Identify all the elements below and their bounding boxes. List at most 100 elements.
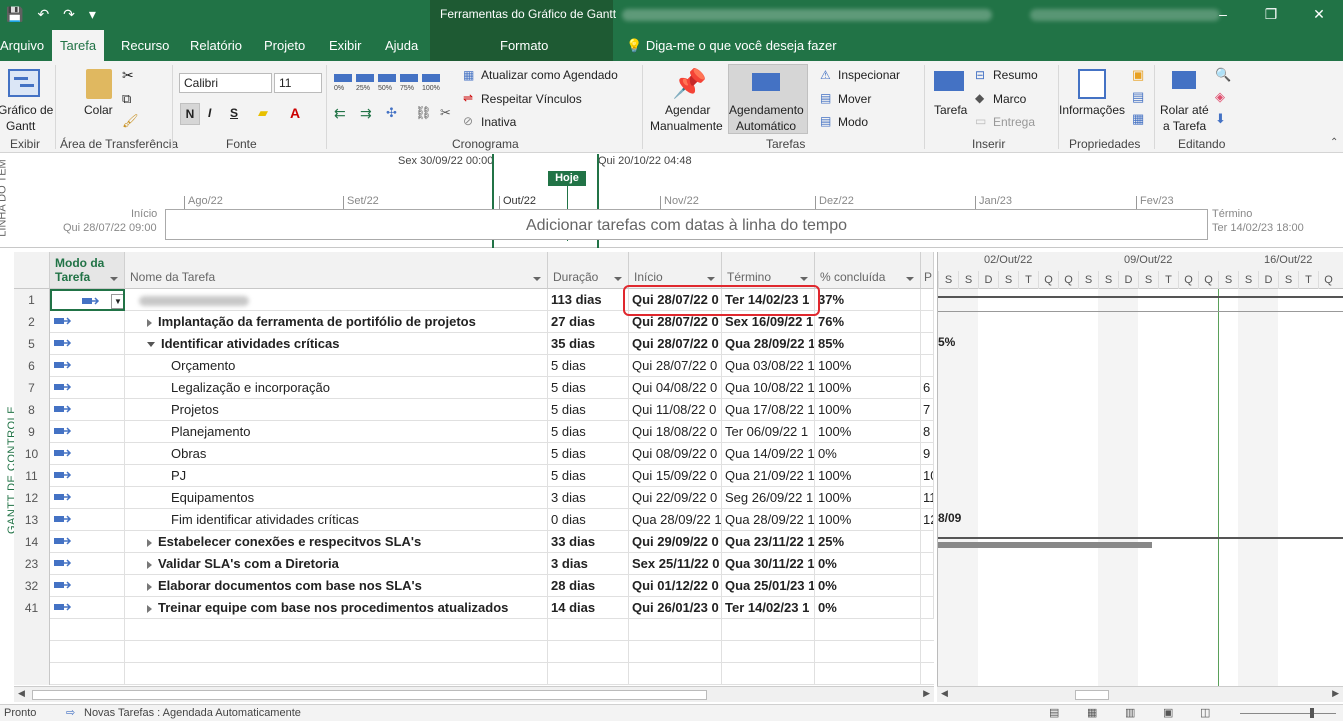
empty-cell[interactable] xyxy=(125,663,548,685)
tab-ajuda[interactable]: Ajuda xyxy=(377,30,426,61)
table-row[interactable]: 7 Legalização e incorporação 5 dias Qui 04/… xyxy=(14,377,934,399)
duration-cell[interactable]: 5 dias xyxy=(548,443,629,465)
predecessors-cell[interactable] xyxy=(921,531,934,553)
pct-complete-cell[interactable]: 100% xyxy=(815,355,921,377)
resource-sheet-icon[interactable]: ▣ xyxy=(1163,706,1173,719)
tab-relatorio[interactable]: Relatório xyxy=(182,30,250,61)
task-mode-cell[interactable] xyxy=(50,333,125,355)
empty-cell[interactable] xyxy=(815,641,921,663)
task-mode-cell[interactable] xyxy=(50,399,125,421)
tab-projeto[interactable]: Projeto xyxy=(256,30,313,61)
task-usage-icon[interactable]: ▦ xyxy=(1087,706,1097,719)
empty-row[interactable] xyxy=(14,641,934,663)
table-row[interactable]: 12 Equipamentos 3 dias Qui 22/09/22 0 Seg 26… xyxy=(14,487,934,509)
finish-cell[interactable]: Qua 28/09/22 1 xyxy=(722,509,815,531)
duration-cell[interactable]: 5 dias xyxy=(548,421,629,443)
task-name-cell[interactable]: Planejamento xyxy=(125,421,548,443)
summary-button[interactable]: Resumo xyxy=(993,68,1038,82)
find-icon[interactable]: 🔍 xyxy=(1215,67,1231,83)
scroll-to-task-button[interactable]: Rolar até xyxy=(1160,103,1209,117)
duration-cell[interactable]: 5 dias xyxy=(548,355,629,377)
task-mode-cell[interactable] xyxy=(50,509,125,531)
minimize-button[interactable]: – xyxy=(1199,0,1247,30)
chevron-down-icon[interactable] xyxy=(707,277,715,281)
task-name-cell[interactable]: Fim identificar atividades críticas xyxy=(125,509,548,531)
notes-icon[interactable]: ▣ xyxy=(1132,67,1144,83)
row-id[interactable] xyxy=(14,663,50,685)
predecessors-cell[interactable] xyxy=(921,333,934,355)
task-bar[interactable] xyxy=(938,542,1152,548)
save-icon[interactable]: 💾 xyxy=(6,6,23,23)
customize-qat-icon[interactable]: ▾ xyxy=(89,6,96,23)
row-id[interactable]: 7 xyxy=(14,377,50,399)
zoom-slider-thumb[interactable] xyxy=(1310,708,1314,718)
row-id[interactable]: 12 xyxy=(14,487,50,509)
start-cell[interactable]: Qui 08/09/22 0 xyxy=(629,443,722,465)
start-cell[interactable]: Sex 25/11/22 0 xyxy=(629,553,722,575)
column-header-name[interactable]: Nome da Tarefa xyxy=(125,252,548,289)
task-mode-cell[interactable] xyxy=(50,575,125,597)
start-cell[interactable]: Qua 28/09/22 1 xyxy=(629,509,722,531)
timeline-bar[interactable]: Adicionar tarefas com datas à linha do t… xyxy=(165,209,1208,240)
finish-cell[interactable]: Qua 21/09/22 1 xyxy=(722,465,815,487)
tell-me-search[interactable]: 💡 Diga-me o que você deseja fazer xyxy=(626,30,837,61)
milestone-button[interactable]: Marco xyxy=(993,92,1026,106)
pct-complete-cell[interactable]: 76% xyxy=(815,311,921,333)
font-color-icon[interactable]: A xyxy=(290,105,300,121)
predecessors-cell[interactable]: 10 xyxy=(921,465,934,487)
timeline-add-icon[interactable]: ▦ xyxy=(1132,111,1144,127)
zoom-slider[interactable] xyxy=(1240,713,1336,714)
italic-button[interactable]: I xyxy=(208,106,211,120)
gantt-chart-button-line2[interactable]: Gantt xyxy=(6,119,35,133)
gantt-chart-button[interactable]: Gráfico de xyxy=(0,103,53,117)
bold-button[interactable]: N xyxy=(180,103,200,125)
scroll-right-icon[interactable]: ▶ xyxy=(923,688,930,699)
close-button[interactable]: ✕ xyxy=(1295,0,1343,30)
task-mode-cell[interactable] xyxy=(50,597,125,619)
gantt-timescale[interactable]: 02/Out/22 09/Out/22 16/Out/22 SSDSTQQSSD… xyxy=(938,252,1343,289)
inactivate-button[interactable]: Inativa xyxy=(481,115,516,129)
scrollbar-thumb[interactable] xyxy=(32,690,707,700)
predecessors-cell[interactable]: 9 xyxy=(921,443,934,465)
indent-icon[interactable]: ⇉ xyxy=(360,105,372,122)
duration-cell[interactable]: 3 dias xyxy=(548,553,629,575)
empty-row[interactable] xyxy=(14,663,934,685)
row-id[interactable]: 5 xyxy=(14,333,50,355)
pct-complete-cell[interactable]: 100% xyxy=(815,487,921,509)
chevron-down-icon[interactable] xyxy=(533,277,541,281)
task-mode-cell[interactable] xyxy=(50,531,125,553)
restore-button[interactable]: ❐ xyxy=(1247,0,1295,30)
expand-icon[interactable] xyxy=(147,318,152,327)
column-header-pct-complete[interactable]: % concluída xyxy=(815,252,921,289)
empty-cell[interactable] xyxy=(548,641,629,663)
information-button[interactable]: Informações xyxy=(1059,103,1125,117)
expand-icon[interactable] xyxy=(147,604,152,613)
duration-cell[interactable]: 5 dias xyxy=(548,399,629,421)
table-row[interactable]: 23 Validar SLA's com a Diretoria 3 dias Sex… xyxy=(14,553,934,575)
start-cell[interactable]: Qui 29/09/22 0 xyxy=(629,531,722,553)
scrollbar-thumb[interactable] xyxy=(1075,690,1109,700)
start-cell[interactable]: Qui 26/01/23 0 xyxy=(629,597,722,619)
finish-cell[interactable]: Qua 10/08/22 1 xyxy=(722,377,815,399)
summary-bar[interactable] xyxy=(938,537,1343,539)
empty-cell[interactable] xyxy=(50,641,125,663)
tab-tarefa[interactable]: Tarefa xyxy=(52,30,105,61)
gantt-view-icon[interactable]: ▤ xyxy=(1049,706,1059,719)
mode-dropdown-icon[interactable]: ▼ xyxy=(111,294,123,309)
task-mode-cell[interactable] xyxy=(50,487,125,509)
copy-icon[interactable]: ⧉ xyxy=(122,91,131,107)
start-cell[interactable]: Qui 15/09/22 0 xyxy=(629,465,722,487)
pct-complete-cell[interactable]: 100% xyxy=(815,399,921,421)
empty-cell[interactable] xyxy=(125,641,548,663)
manual-schedule-button[interactable]: Agendar xyxy=(665,103,710,117)
finish-cell[interactable]: Qua 03/08/22 1 xyxy=(722,355,815,377)
fill-icon[interactable]: ⬇ xyxy=(1215,111,1226,127)
cut-icon[interactable]: ✂ xyxy=(122,67,134,84)
details-icon[interactable]: ▤ xyxy=(1132,89,1144,105)
start-cell[interactable]: Qui 28/07/22 0 xyxy=(629,355,722,377)
table-row[interactable]: 5 Identificar atividades críticas 35 dias Q… xyxy=(14,333,934,355)
expand-icon[interactable] xyxy=(147,560,152,569)
respect-links-button[interactable]: Respeitar Vínculos xyxy=(481,92,582,106)
finish-cell[interactable]: Qua 25/01/23 1 xyxy=(722,575,815,597)
table-row[interactable]: 13 Fim identificar atividades críticas 0 d… xyxy=(14,509,934,531)
